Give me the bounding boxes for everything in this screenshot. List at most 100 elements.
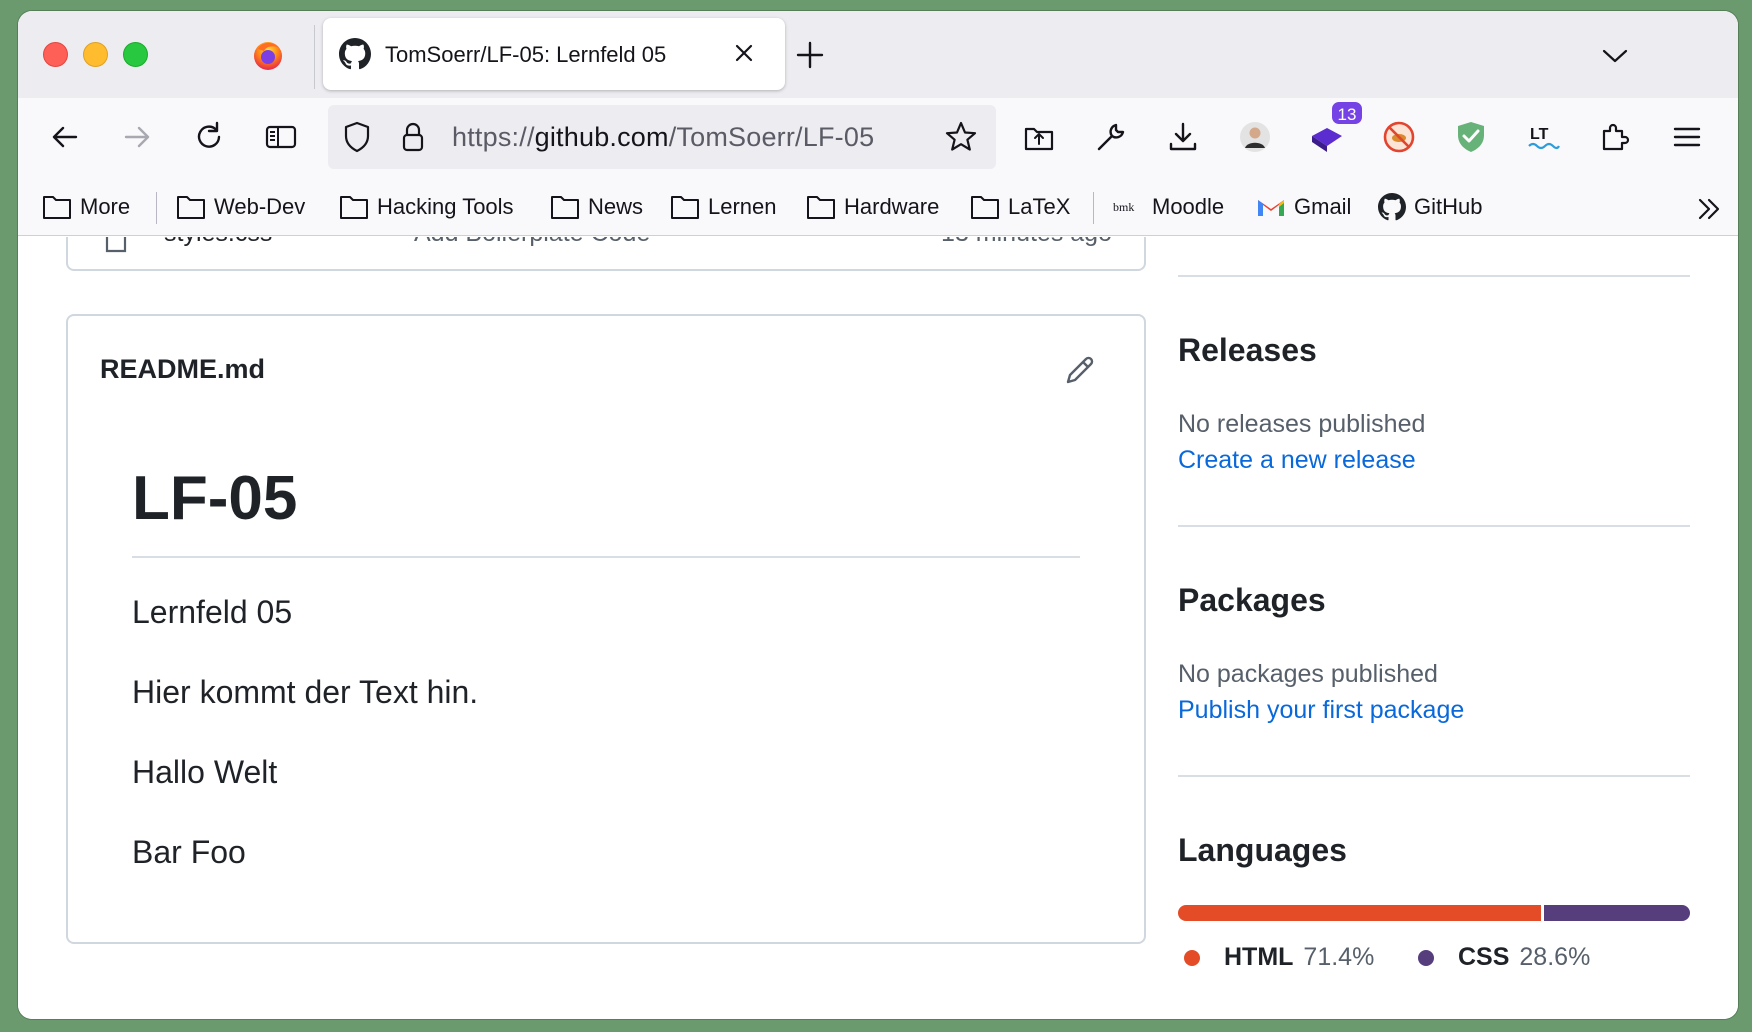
new-tab-icon[interactable] bbox=[793, 38, 827, 72]
bookmark-star-icon[interactable] bbox=[944, 120, 978, 154]
browser-window: TomSoerr/LF-05: Lernfeld 05 https://gith… bbox=[18, 11, 1738, 1019]
bookmark-folder-web-dev[interactable]: Web-Dev bbox=[176, 190, 305, 224]
languagetool-icon[interactable]: LT bbox=[1526, 120, 1560, 154]
chevron-double-right-icon[interactable] bbox=[1694, 194, 1724, 224]
chevron-down-icon[interactable] bbox=[1600, 41, 1630, 71]
minimize-window-button[interactable] bbox=[83, 42, 108, 67]
bookmark-label: GitHub bbox=[1414, 194, 1483, 219]
sidebar-toggle-icon[interactable] bbox=[264, 120, 298, 154]
reload-icon[interactable] bbox=[192, 120, 226, 154]
bookmark-label: LaTeX bbox=[1008, 194, 1071, 219]
packages-heading[interactable]: Packages bbox=[1178, 582, 1326, 619]
packages-empty-text: No packages published bbox=[1178, 660, 1438, 688]
folder-icon bbox=[671, 196, 699, 219]
gmail-icon bbox=[1258, 200, 1284, 216]
svg-text:bmk: bmk bbox=[1113, 200, 1134, 214]
back-arrow-icon[interactable] bbox=[48, 120, 82, 154]
url-path: /TomSoerr/LF-05 bbox=[668, 122, 875, 152]
language-bar-segment-css[interactable] bbox=[1544, 905, 1690, 921]
file-row[interactable]: styles.css Add Boilerplate Code 13 minut… bbox=[68, 237, 1144, 259]
bookmark-separator bbox=[1093, 192, 1094, 224]
sidebar-divider bbox=[1178, 775, 1690, 777]
language-item-css[interactable]: CSS 28.6% bbox=[1418, 943, 1590, 972]
language-percent: 28.6% bbox=[1519, 943, 1591, 971]
pencil-icon[interactable] bbox=[1062, 352, 1098, 388]
bookmark-label: Moodle bbox=[1152, 194, 1225, 219]
tab-strip: TomSoerr/LF-05: Lernfeld 05 bbox=[18, 11, 1738, 98]
releases-empty-text: No releases published bbox=[1178, 410, 1426, 438]
svg-text:LT: LT bbox=[1530, 126, 1549, 143]
commit-message[interactable]: Add Boilerplate Code bbox=[414, 237, 650, 248]
bookmark-label: News bbox=[588, 194, 644, 219]
extension-badge: 13 bbox=[1330, 100, 1364, 126]
zoom-window-button[interactable] bbox=[123, 42, 148, 67]
bookmark-label: Web-Dev bbox=[214, 194, 306, 219]
bookmarks-toolbar: More Web-Dev Hacking Tools News Lernen H… bbox=[18, 178, 1738, 236]
folder-icon bbox=[43, 196, 71, 219]
language-dot bbox=[1418, 949, 1434, 966]
sidebar-divider bbox=[1178, 275, 1690, 277]
bookmark-folder-hacking-tools[interactable]: Hacking Tools bbox=[339, 190, 514, 224]
folder-icon bbox=[551, 196, 579, 219]
heading-divider bbox=[132, 556, 1080, 558]
tracking-protection-shield-icon[interactable] bbox=[340, 120, 374, 154]
language-bar-segment-html[interactable] bbox=[1178, 905, 1542, 921]
folder-icon bbox=[340, 196, 368, 219]
tab-separator bbox=[314, 25, 315, 89]
bookmark-gmail[interactable]: Gmail bbox=[1256, 190, 1351, 224]
sidebar-divider bbox=[1178, 525, 1690, 527]
bookmark-label: Hardware bbox=[844, 194, 940, 219]
bookmark-label: Lernen bbox=[708, 194, 777, 219]
bookmark-folder-latex[interactable]: LaTeX bbox=[970, 190, 1070, 224]
bookmark-label: Gmail bbox=[1294, 194, 1352, 219]
language-bar bbox=[1178, 905, 1690, 921]
blocker-extension-icon[interactable] bbox=[1382, 120, 1416, 154]
create-release-link[interactable]: Create a new release bbox=[1178, 446, 1416, 475]
github-icon bbox=[339, 38, 371, 70]
address-bar[interactable]: https://github.com/TomSoerr/LF-05 bbox=[328, 105, 996, 169]
file-icon bbox=[105, 237, 127, 253]
extensions-puzzle-icon[interactable] bbox=[1598, 120, 1632, 154]
file-name[interactable]: styles.css bbox=[164, 237, 272, 248]
bookmark-separator bbox=[156, 192, 157, 224]
url-text[interactable]: https://github.com/TomSoerr/LF-05 bbox=[452, 122, 874, 153]
page-content: styles.css Add Boilerplate Code 13 minut… bbox=[18, 237, 1738, 1019]
language-percent: 71.4% bbox=[1303, 943, 1375, 971]
releases-heading[interactable]: Releases bbox=[1178, 332, 1317, 369]
bookmark-moodle[interactable]: bmk Moodle bbox=[1112, 190, 1224, 224]
readme-heading: LF-05 bbox=[132, 464, 298, 533]
language-name: HTML bbox=[1224, 943, 1294, 971]
bookmark-folder-lernen[interactable]: Lernen bbox=[670, 190, 777, 224]
url-host: github.com bbox=[534, 122, 669, 152]
url-scheme: https:// bbox=[452, 122, 535, 152]
readme-paragraph: Bar Foo bbox=[132, 834, 246, 870]
hamburger-menu-icon[interactable] bbox=[1670, 120, 1704, 154]
readme-filename[interactable]: README.md bbox=[100, 354, 265, 385]
share-icon[interactable] bbox=[1022, 120, 1056, 154]
adguard-shield-icon[interactable] bbox=[1454, 120, 1488, 154]
folder-icon bbox=[971, 196, 999, 219]
moodle-icon: bmk bbox=[1113, 200, 1134, 214]
lock-icon[interactable] bbox=[396, 120, 430, 154]
profile-avatar-icon[interactable] bbox=[1238, 120, 1272, 154]
close-window-button[interactable] bbox=[43, 42, 68, 67]
tab-github-repo[interactable]: TomSoerr/LF-05: Lernfeld 05 bbox=[323, 18, 785, 90]
download-icon[interactable] bbox=[1166, 120, 1200, 154]
bookmark-label: More bbox=[80, 194, 131, 219]
readme-box: README.md LF-05 Lernfeld 05 Hier kommt d… bbox=[66, 314, 1146, 944]
bookmark-folder-hardware[interactable]: Hardware bbox=[806, 190, 939, 224]
bookmark-folder-news[interactable]: News bbox=[550, 190, 643, 224]
readme-paragraph: Lernfeld 05 bbox=[132, 594, 293, 630]
language-item-html[interactable]: HTML 71.4% bbox=[1184, 943, 1374, 972]
bookmark-folder-more[interactable]: More bbox=[42, 190, 130, 224]
firefox-view-icon[interactable] bbox=[252, 39, 284, 71]
language-name: CSS bbox=[1458, 943, 1510, 971]
close-tab-icon[interactable] bbox=[729, 38, 759, 68]
forward-arrow-icon[interactable] bbox=[120, 120, 154, 154]
publish-package-link[interactable]: Publish your first package bbox=[1178, 696, 1464, 725]
github-icon bbox=[1378, 193, 1406, 221]
commit-age: 13 minutes ago bbox=[941, 237, 1112, 248]
wrench-icon[interactable] bbox=[1094, 120, 1128, 154]
bookmark-github[interactable]: GitHub bbox=[1378, 190, 1482, 224]
file-list: styles.css Add Boilerplate Code 13 minut… bbox=[66, 237, 1146, 271]
